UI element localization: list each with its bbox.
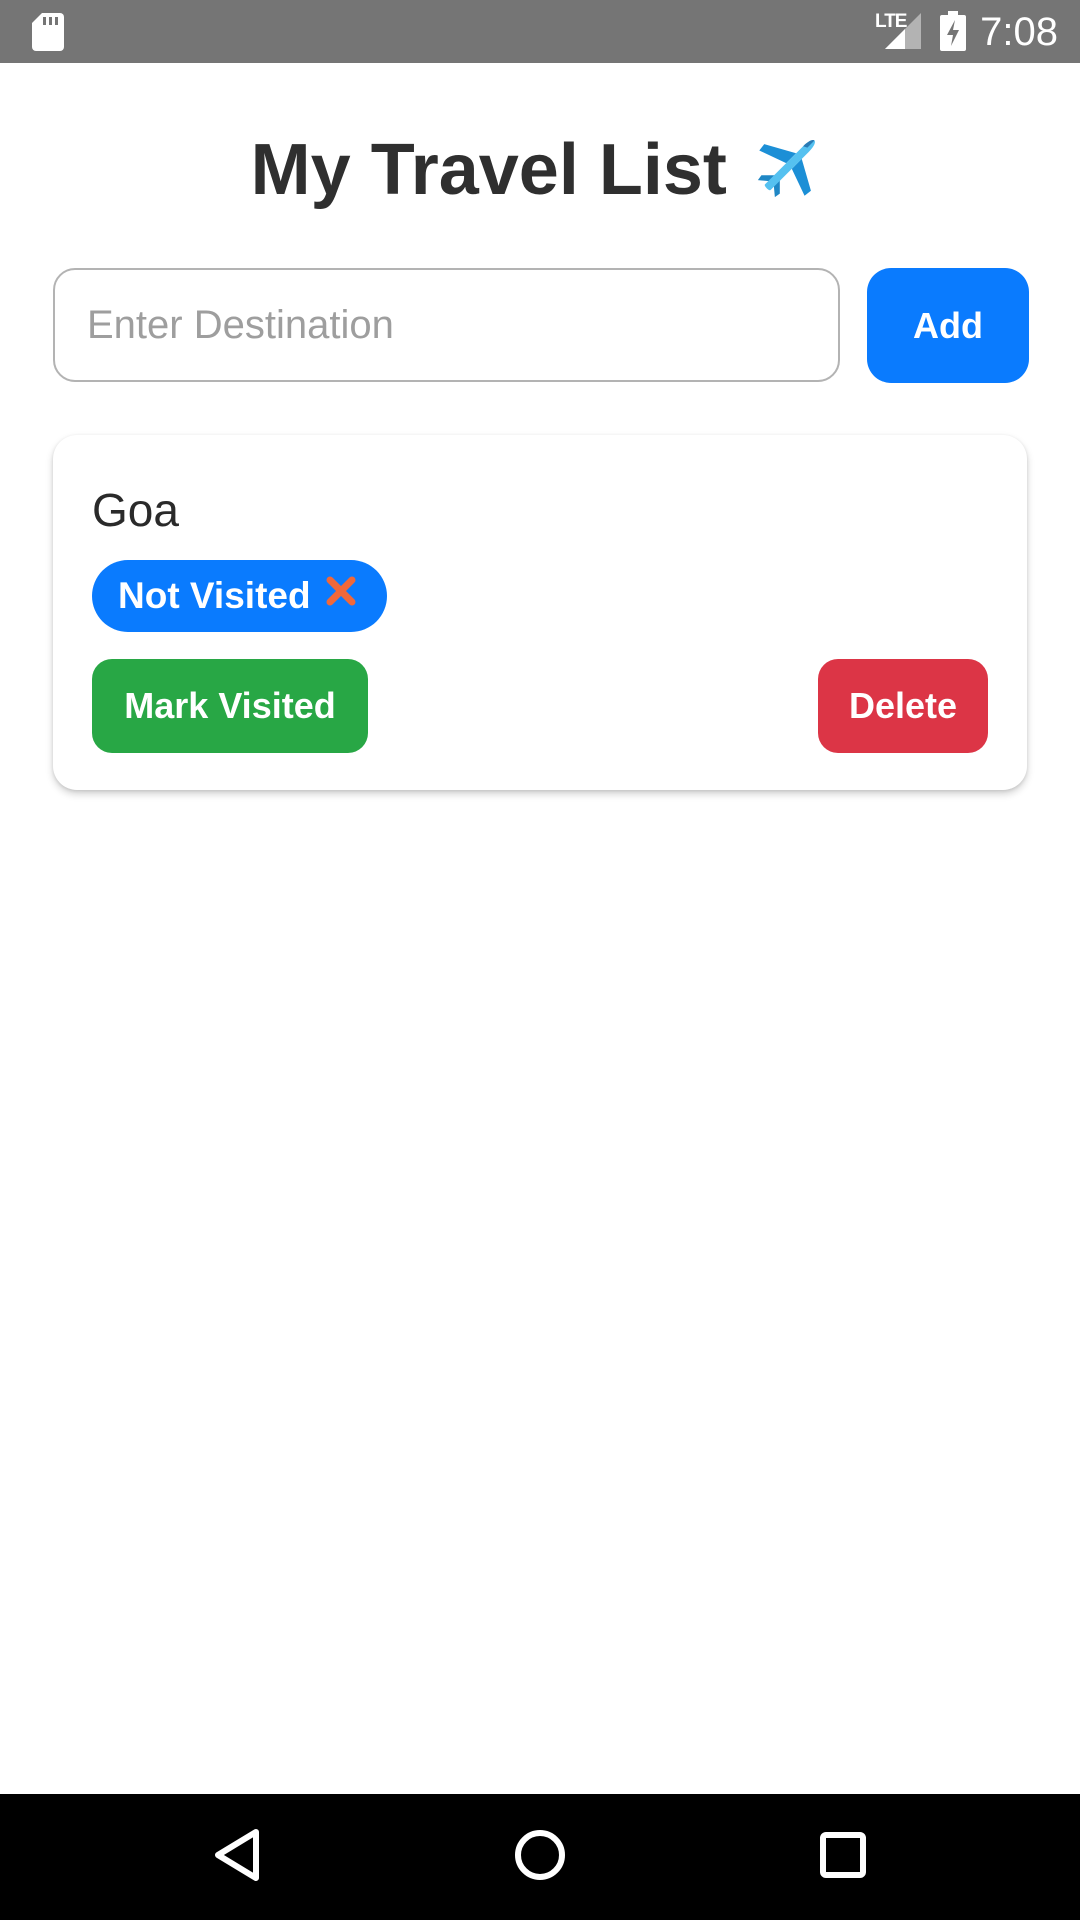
status-bar: LTE 7:08	[0, 0, 1080, 63]
clock: 7:08	[980, 10, 1058, 54]
status-badge: Not Visited	[92, 560, 387, 632]
page-title: My Travel List	[250, 130, 727, 210]
back-icon	[212, 1828, 262, 1887]
sd-card-icon	[32, 13, 64, 56]
destination-card: Goa Not Visited Mark Visited Delete	[53, 435, 1027, 790]
airplane-icon	[749, 126, 829, 211]
header: My Travel List	[0, 120, 1080, 220]
destination-input[interactable]	[53, 268, 840, 382]
home-button[interactable]	[470, 1794, 610, 1920]
home-icon	[514, 1829, 566, 1886]
add-button[interactable]: Add	[867, 268, 1029, 383]
recents-button[interactable]	[773, 1794, 913, 1920]
mark-visited-button[interactable]: Mark Visited	[92, 659, 368, 753]
back-button[interactable]	[167, 1794, 307, 1920]
destination-name: Goa	[92, 484, 179, 536]
signal-icon: LTE	[875, 11, 923, 51]
recents-icon	[819, 1831, 867, 1884]
battery-charging-icon	[940, 11, 966, 56]
cross-mark-icon	[325, 559, 357, 631]
status-label: Not Visited	[118, 575, 311, 616]
delete-button[interactable]: Delete	[818, 659, 988, 753]
navigation-bar	[0, 1794, 1080, 1920]
